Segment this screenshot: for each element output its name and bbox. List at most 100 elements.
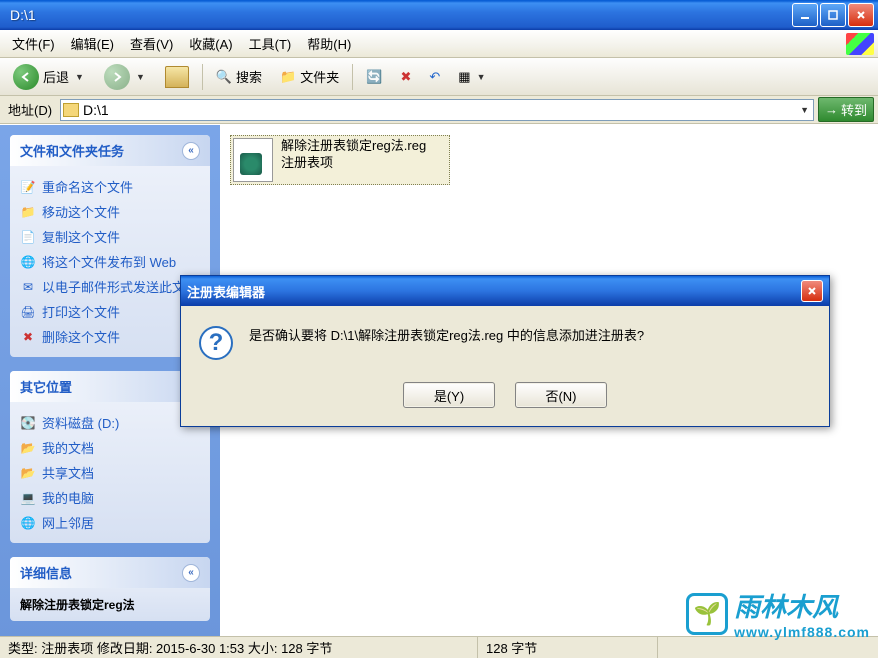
- dialog-body: ? 是否确认要将 D:\1\解除注册表锁定reg法.reg 中的信息添加进注册表…: [181, 306, 829, 370]
- menubar: 文件(F) 编辑(E) 查看(V) 收藏(A) 工具(T) 帮助(H): [0, 30, 878, 58]
- details-header-label: 详细信息: [20, 563, 72, 582]
- file-type: 注册表项: [281, 155, 426, 172]
- task-publish[interactable]: 🌐将这个文件发布到 Web: [20, 249, 200, 274]
- dialog-title-text: 注册表编辑器: [187, 282, 265, 301]
- search-button[interactable]: 🔍 搜索: [209, 63, 269, 90]
- views-dropdown-icon[interactable]: ▼: [475, 72, 488, 82]
- task-label: 重命名这个文件: [42, 177, 133, 196]
- folder-icon: 📂: [20, 440, 36, 456]
- task-print[interactable]: 🖨 打印这个文件: [20, 299, 200, 324]
- disk-icon: 💽: [20, 415, 36, 431]
- task-label: 复制这个文件: [42, 227, 120, 246]
- place-label: 我的文档: [42, 438, 94, 457]
- task-label: 移动这个文件: [42, 202, 120, 221]
- place-shared-documents[interactable]: 📂共享文档: [20, 460, 200, 485]
- yes-button[interactable]: 是(Y): [403, 382, 495, 408]
- back-label: 后退: [43, 67, 69, 86]
- copy-icon: 📄: [20, 229, 36, 245]
- task-rename[interactable]: 📝 重命名这个文件: [20, 174, 200, 199]
- delete-x-icon: ✖: [400, 69, 411, 85]
- tasks-panel-header[interactable]: 文件和文件夹任务 «: [10, 135, 210, 166]
- up-button[interactable]: [158, 62, 196, 92]
- file-item[interactable]: 解除注册表锁定reg法.reg 注册表项: [230, 135, 450, 185]
- menu-file[interactable]: 文件(F): [4, 31, 63, 56]
- back-dropdown-icon[interactable]: ▼: [73, 72, 86, 82]
- go-label: 转到: [841, 100, 867, 119]
- close-button[interactable]: [848, 3, 874, 27]
- question-icon: ?: [199, 326, 233, 360]
- file-name: 解除注册表锁定reg法.reg: [281, 138, 426, 155]
- place-my-documents[interactable]: 📂 我的文档: [20, 435, 200, 460]
- toolbar-separator: [352, 64, 353, 90]
- undo-icon: ↶: [429, 69, 440, 85]
- print-icon: 🖨: [20, 304, 36, 320]
- window-title: D:\1: [4, 7, 790, 23]
- folder-up-icon: [165, 66, 189, 88]
- place-label: 我的电脑: [42, 488, 94, 507]
- no-button[interactable]: 否(N): [515, 382, 607, 408]
- window-titlebar: D:\1: [0, 0, 878, 30]
- place-network[interactable]: 🌐网上邻居: [20, 510, 200, 535]
- rename-icon: 📝: [20, 179, 36, 195]
- sync-icon: 🔄: [366, 69, 382, 85]
- sync-button[interactable]: 🔄: [359, 65, 389, 89]
- windows-logo-icon: [846, 33, 874, 55]
- address-input[interactable]: [83, 102, 798, 118]
- details-panel-header[interactable]: 详细信息 «: [10, 557, 210, 588]
- dialog-message: 是否确认要将 D:\1\解除注册表锁定reg法.reg 中的信息添加进注册表?: [249, 326, 644, 346]
- dialog-close-button[interactable]: [801, 280, 823, 302]
- dialog-titlebar[interactable]: 注册表编辑器: [181, 276, 829, 306]
- task-label: 删除这个文件: [42, 327, 120, 346]
- task-email[interactable]: ✉ 以电子邮件形式发送此文件: [20, 274, 200, 299]
- back-icon: [13, 64, 39, 90]
- forward-dropdown-icon[interactable]: ▼: [134, 72, 147, 82]
- back-button[interactable]: 后退 ▼: [6, 60, 93, 94]
- task-label: 打印这个文件: [42, 302, 120, 321]
- folders-button[interactable]: 📁 文件夹: [273, 63, 346, 90]
- search-label: 搜索: [236, 67, 262, 86]
- search-icon: 🔍: [216, 69, 232, 85]
- computer-icon: 💻: [20, 490, 36, 506]
- address-dropdown-icon[interactable]: ▼: [798, 105, 811, 115]
- go-button[interactable]: → 转到: [818, 97, 874, 122]
- dialog-button-row: 是(Y) 否(N): [181, 370, 829, 426]
- watermark-logo-icon: 🌱: [686, 593, 728, 635]
- watermark: 🌱 雨林木风 www.ylmf888.com: [686, 587, 870, 640]
- details-panel-body: 解除注册表锁定reg法: [10, 588, 210, 621]
- details-panel: 详细信息 « 解除注册表锁定reg法: [10, 557, 210, 621]
- address-label: 地址(D): [4, 100, 56, 119]
- details-filename: 解除注册表锁定reg法: [20, 596, 200, 613]
- forward-button[interactable]: ▼: [97, 60, 154, 94]
- task-copy[interactable]: 📄 复制这个文件: [20, 224, 200, 249]
- maximize-button[interactable]: [820, 3, 846, 27]
- watermark-url: www.ylmf888.com: [734, 624, 870, 640]
- views-button[interactable]: ▦ ▼: [451, 65, 494, 89]
- task-delete[interactable]: ✖删除这个文件: [20, 324, 200, 349]
- menu-favorites[interactable]: 收藏(A): [181, 31, 240, 56]
- menu-view[interactable]: 查看(V): [122, 31, 181, 56]
- task-label: 以电子邮件形式发送此文件: [42, 277, 198, 296]
- folders-icon: 📁: [280, 69, 296, 85]
- place-drive-d[interactable]: 💽资料磁盘 (D:): [20, 410, 200, 435]
- folders-label: 文件夹: [300, 67, 339, 86]
- collapse-icon[interactable]: «: [182, 564, 200, 582]
- file-item-text: 解除注册表锁定reg法.reg 注册表项: [281, 138, 426, 182]
- toolbar-separator: [202, 64, 203, 90]
- undo-button[interactable]: ↶: [422, 65, 447, 89]
- forward-icon: [104, 64, 130, 90]
- menu-edit[interactable]: 编辑(E): [63, 31, 122, 56]
- menu-help[interactable]: 帮助(H): [299, 31, 359, 56]
- views-icon: ▦: [458, 69, 470, 85]
- status-size: 128 字节: [478, 637, 658, 658]
- task-move[interactable]: 📁移动这个文件: [20, 199, 200, 224]
- minimize-button[interactable]: [792, 3, 818, 27]
- email-icon: ✉: [20, 279, 36, 295]
- watermark-brand: 雨林木风: [734, 587, 870, 624]
- collapse-icon[interactable]: «: [182, 142, 200, 160]
- menu-tools[interactable]: 工具(T): [241, 31, 300, 56]
- network-icon: 🌐: [20, 515, 36, 531]
- task-label: 将这个文件发布到 Web: [42, 252, 176, 271]
- address-input-container[interactable]: ▼: [60, 99, 814, 121]
- delete-toolbar-button[interactable]: ✖: [393, 65, 418, 89]
- place-my-computer[interactable]: 💻 我的电脑: [20, 485, 200, 510]
